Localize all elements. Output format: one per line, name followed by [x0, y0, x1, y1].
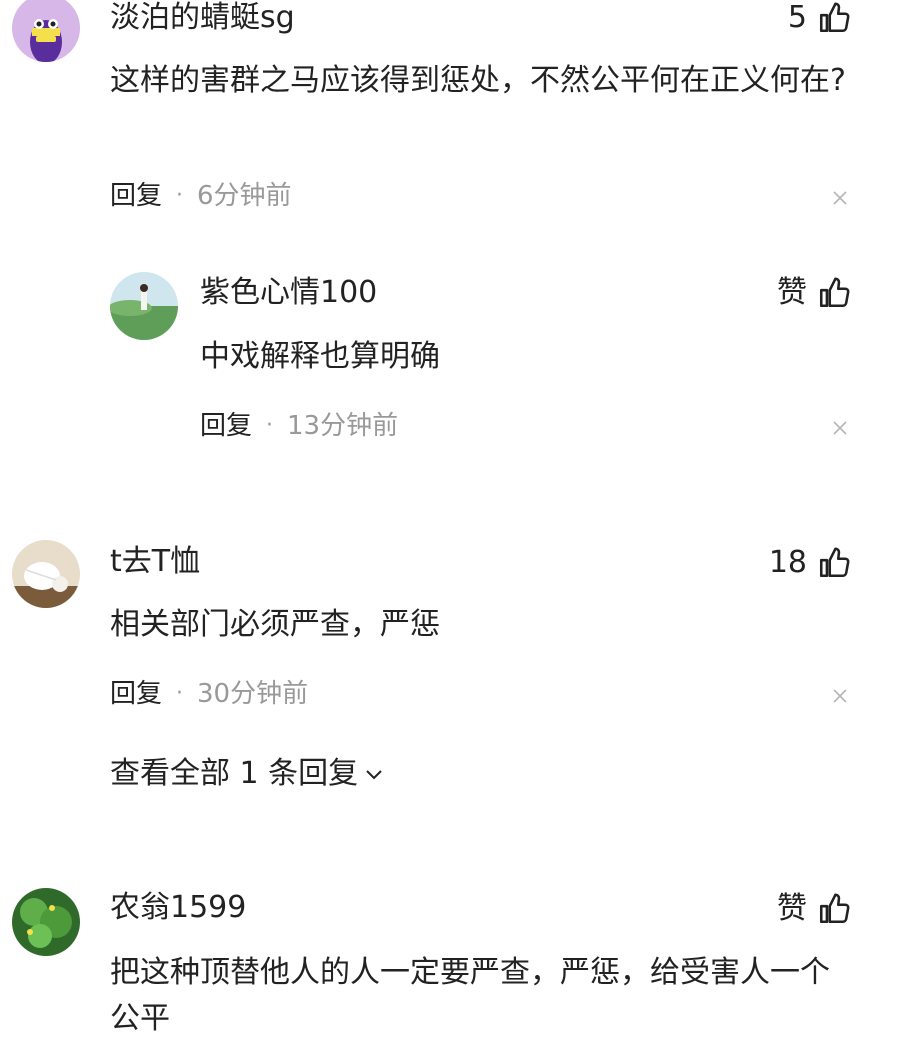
comment-meta: 回复 · 6分钟前: [110, 178, 292, 214]
comment-text: 中戏解释也算明确: [200, 339, 440, 374]
close-icon[interactable]: [830, 686, 850, 706]
avatar[interactable]: [12, 0, 80, 62]
like-button[interactable]: 赞: [777, 891, 851, 927]
purple-character-avatar-icon: [12, 0, 80, 62]
reply-button[interactable]: 回复: [200, 408, 252, 444]
like-button[interactable]: 5: [788, 0, 851, 36]
meta-separator: ·: [266, 413, 274, 438]
comment-text: 这样的害群之马应该得到惩处，不然公平何在正义何在?: [110, 63, 846, 98]
like-count: 18: [768, 545, 807, 580]
reply-button[interactable]: 回复: [110, 676, 162, 712]
meta-separator: ·: [176, 681, 184, 706]
timestamp: 13分钟前: [287, 411, 399, 441]
like-count: 5: [787, 0, 807, 35]
username[interactable]: 农翁1599: [110, 890, 246, 926]
close-icon[interactable]: [830, 418, 850, 438]
thumbs-up-icon: [817, 546, 851, 580]
comment-text: 把这种顶替他人的人一定要严查，严惩，给受害人一个公平: [110, 955, 830, 1036]
thumbs-up-icon: [817, 276, 851, 310]
view-all-replies-label: 查看全部 1 条回复: [110, 756, 359, 791]
reply-button[interactable]: 回复: [110, 178, 162, 214]
meta-separator: ·: [176, 183, 184, 208]
close-icon[interactable]: [830, 188, 850, 208]
thumbs-up-icon: [817, 1, 851, 35]
scenery-avatar-icon: [110, 272, 178, 340]
avatar[interactable]: [12, 888, 80, 956]
comment-meta: 回复 · 13分钟前: [200, 408, 398, 444]
shuttlecock-avatar-icon: [12, 540, 80, 608]
view-all-replies-button[interactable]: 查看全部 1 条回复: [110, 756, 386, 792]
thumbs-up-icon: [817, 892, 851, 926]
timestamp: 6分钟前: [197, 181, 292, 211]
comment-meta: 回复 · 30分钟前: [110, 676, 308, 712]
chevron-down-icon: [366, 770, 382, 780]
avatar[interactable]: [12, 540, 80, 608]
like-button[interactable]: 18: [769, 545, 851, 581]
timestamp: 30分钟前: [197, 679, 309, 709]
green-plant-avatar-icon: [12, 888, 80, 956]
like-count: 赞: [777, 275, 807, 310]
username[interactable]: t去T恤: [110, 544, 200, 580]
username[interactable]: 淡泊的蜻蜓sg: [110, 0, 295, 36]
comment-text: 相关部门必须严查，严惩: [110, 607, 440, 642]
like-button[interactable]: 赞: [777, 275, 851, 311]
avatar[interactable]: [110, 272, 178, 340]
like-count: 赞: [777, 891, 807, 926]
username[interactable]: 紫色心情100: [200, 275, 377, 311]
